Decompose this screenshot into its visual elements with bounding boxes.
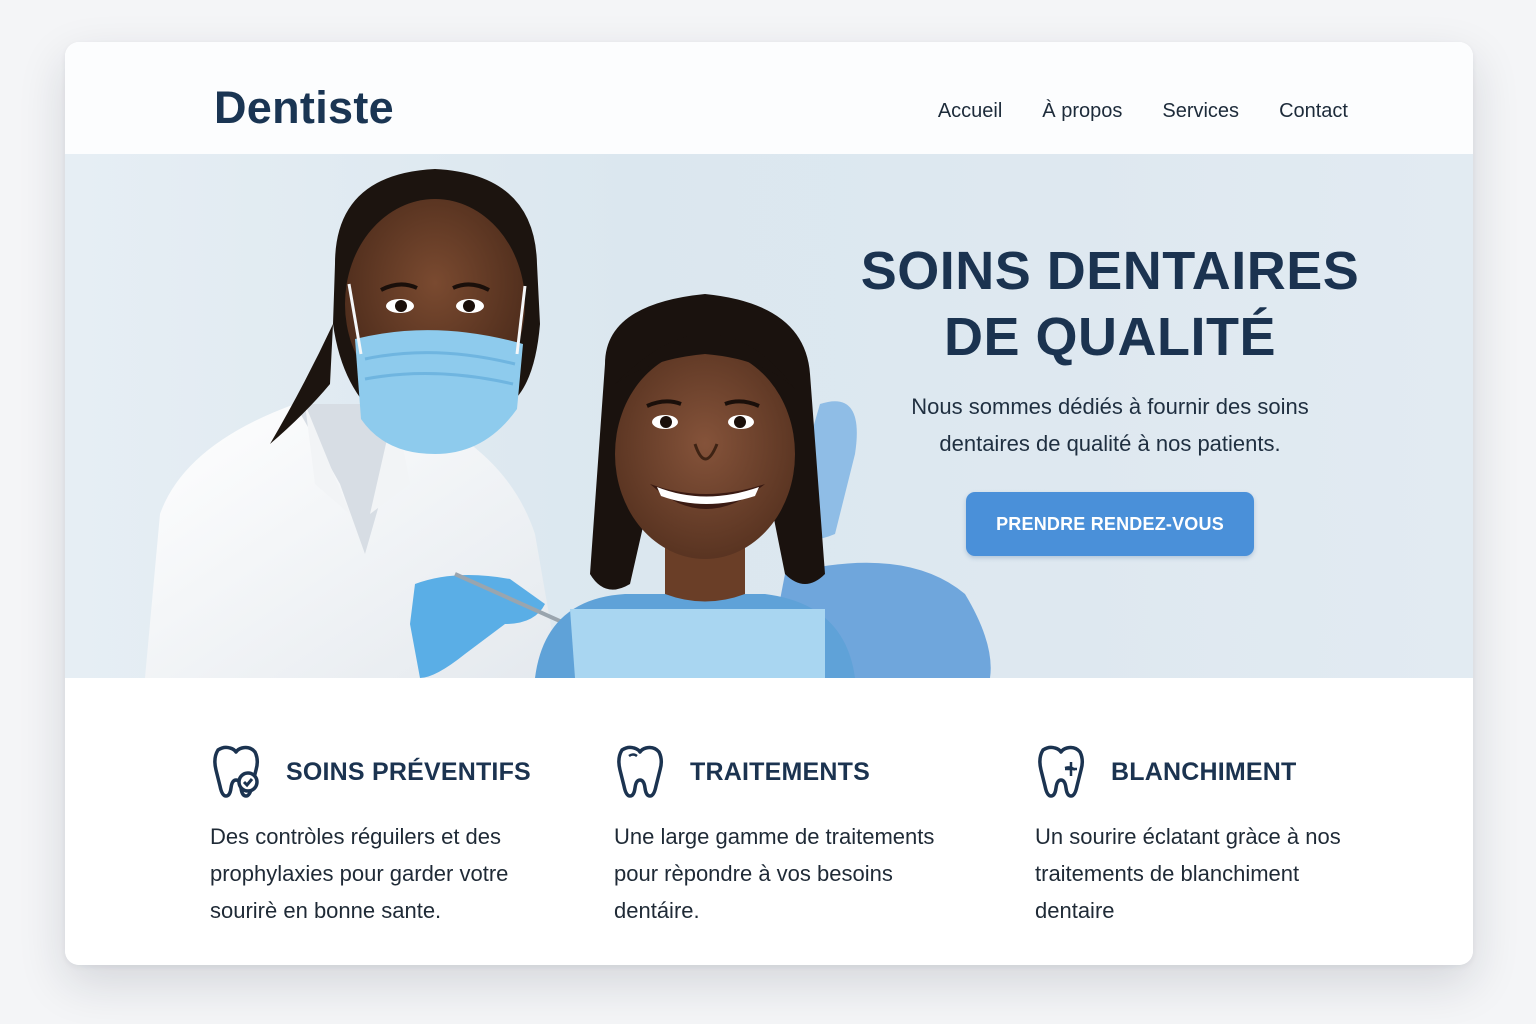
service-title: BLANCHIMENT (1111, 757, 1297, 786)
hero-title-line: DE QUALITÉ (943, 307, 1276, 367)
service-card-whitening: BLANCHIMENT Un sourire éclatant gràce à … (1035, 744, 1395, 929)
hero-section: SOINS DENTAIRES DE QUALITÉ Nous sommes d… (65, 154, 1473, 678)
site-logo[interactable]: Dentiste (214, 82, 394, 134)
service-description: Un sourire éclatant gràce à nos traiteme… (1035, 818, 1395, 929)
service-title: TRAITEMENTS (690, 757, 870, 786)
service-card-treatments: TRAITEMENTS Une large gamme de traitemen… (614, 744, 974, 929)
site-header: Dentiste Accueil À propos Services Conta… (65, 42, 1473, 154)
main-nav: Accueil À propos Services Contact (938, 100, 1348, 123)
service-description-line: prophylaxies pour garder votre (210, 861, 509, 886)
hero-title-line: SOINS DENTAIRES (860, 241, 1360, 301)
services-section: SOINS PRÉVENTIFS Des contròles réguilers… (65, 678, 1473, 965)
service-description-line: dentáire. (614, 898, 700, 923)
service-description-line: pour rèpondre à vos besoins (614, 861, 893, 886)
nav-link-a-propos[interactable]: À propos (1042, 100, 1122, 123)
tooth-sparkle-icon (1038, 745, 1085, 798)
hero-subtitle-line: dentaires de qualité à nos patients. (939, 431, 1281, 456)
hero-subtitle: Nous sommes dédiés à fournir des soins d… (845, 388, 1375, 462)
service-description-line: traitements de blanchiment (1035, 861, 1300, 886)
book-appointment-button[interactable]: PRENDRE RENDEZ-VOUS (966, 492, 1254, 556)
browser-window: Dentiste Accueil À propos Services Conta… (65, 42, 1473, 965)
service-description: Une large gamme de traitements pour rèpo… (614, 818, 974, 929)
service-description-line: dentaire (1035, 898, 1115, 923)
nav-link-accueil[interactable]: Accueil (938, 100, 1002, 123)
service-description-line: Des contròles réguilers et des (210, 824, 502, 849)
nav-link-services[interactable]: Services (1162, 100, 1239, 123)
hero-title: SOINS DENTAIRES DE QUALITÉ (845, 238, 1375, 370)
tooth-check-icon (213, 745, 260, 798)
service-description-line: sourirè en bonne sante. (210, 898, 442, 923)
hero-subtitle-line: Nous sommes dédiés à fournir des soins (911, 394, 1309, 419)
service-description-line: Un sourire éclatant gràce à nos (1035, 824, 1341, 849)
service-description: Des contròles réguilers et des prophylax… (210, 818, 570, 929)
service-card-preventive: SOINS PRÉVENTIFS Des contròles réguilers… (210, 744, 570, 929)
nav-link-contact[interactable]: Contact (1279, 100, 1348, 123)
service-title: SOINS PRÉVENTIFS (286, 757, 531, 786)
tooth-icon (617, 745, 664, 798)
hero-copy: SOINS DENTAIRES DE QUALITÉ Nous sommes d… (845, 238, 1375, 556)
service-description-line: Une large gamme de traitements (614, 824, 935, 849)
